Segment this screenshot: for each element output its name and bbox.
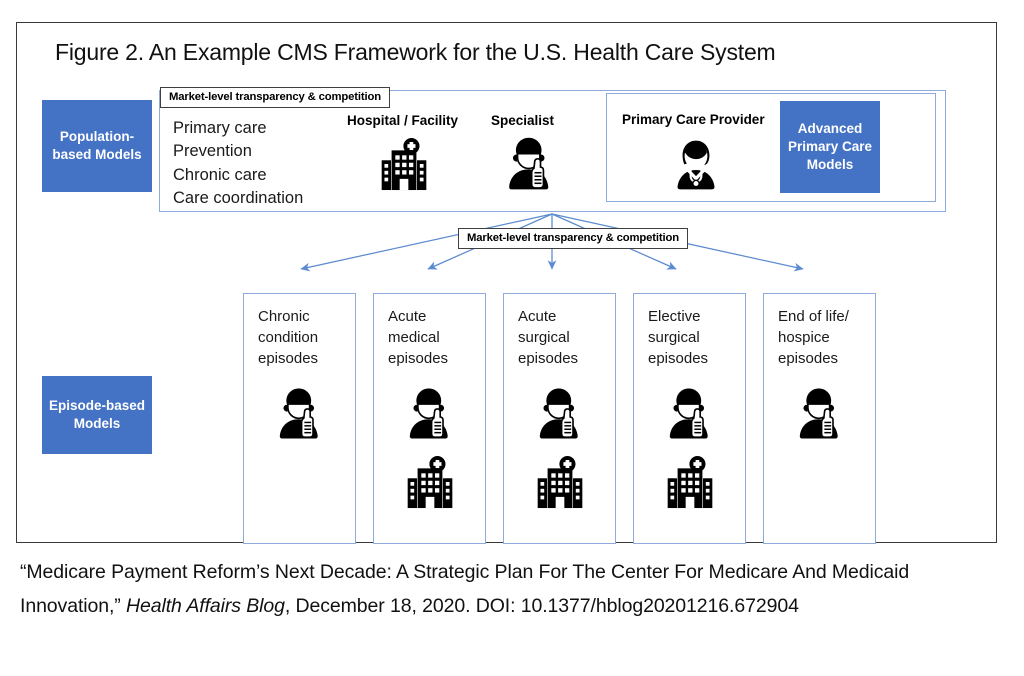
caption-line-1: “Medicare Payment Reform’s Next Decade: … bbox=[20, 561, 910, 583]
specialist-doctor-icon bbox=[399, 382, 461, 444]
figure-frame: Figure 2. An Example CMS Framework for t… bbox=[16, 22, 997, 544]
primary-care-provider-header: Primary Care Provider bbox=[622, 112, 765, 127]
hospital-icon bbox=[399, 451, 461, 513]
episode-card-acute-surgical[interactable]: Acute surgical episodes bbox=[503, 293, 616, 544]
specialist-doctor-icon bbox=[529, 382, 591, 444]
service-item: Chronic care bbox=[173, 165, 267, 184]
episode-card-icons bbox=[244, 382, 355, 444]
episode-card-label: Elective surgical episodes bbox=[648, 308, 709, 367]
episode-card-elective-surgical[interactable]: Elective surgical episodes bbox=[633, 293, 746, 544]
hospital-icon bbox=[373, 133, 435, 200]
hospital-facility-header: Hospital / Facility bbox=[347, 113, 459, 128]
page-title: Figure 2. An Example CMS Framework for t… bbox=[55, 39, 776, 65]
figure-caption: “Medicare Payment Reform’s Next Decade: … bbox=[20, 556, 1005, 623]
market-transparency-tag-middle: Market-level transparency & competition bbox=[458, 228, 688, 249]
service-item: Prevention bbox=[173, 142, 252, 161]
episode-card-icons bbox=[764, 382, 875, 444]
specialist-doctor-icon bbox=[659, 382, 721, 444]
episode-card-label: Chronic condition episodes bbox=[258, 308, 319, 367]
population-based-models-box[interactable]: Population-based Models bbox=[42, 100, 152, 192]
caption-line-2-pre: Innovation,” bbox=[20, 594, 127, 617]
specialist-doctor-icon bbox=[498, 131, 562, 200]
specialist-header: Specialist bbox=[491, 113, 555, 128]
advanced-primary-care-models-box[interactable]: Advanced Primary Care Models bbox=[780, 101, 880, 193]
episode-card-label: Acute surgical episodes bbox=[518, 308, 579, 367]
caption-line-2-post: , December 18, 2020. DOI: 10.1377/hblog2… bbox=[284, 594, 799, 617]
episode-card-chronic-condition[interactable]: Chronic condition episodes bbox=[243, 293, 356, 544]
episode-card-label: End of life/ hospice episodes bbox=[778, 308, 849, 367]
hospital-icon bbox=[659, 451, 721, 513]
primary-care-provider-container bbox=[606, 93, 936, 202]
service-item: Care coordination bbox=[173, 189, 304, 208]
episode-card-acute-medical[interactable]: Acute medical episodes bbox=[373, 293, 486, 544]
market-transparency-tag-top: Market-level transparency & competition bbox=[160, 87, 390, 108]
episode-card-end-of-life[interactable]: End of life/ hospice episodes bbox=[763, 293, 876, 544]
specialist-doctor-icon bbox=[789, 382, 851, 444]
caption-publication-title: Health Affairs Blog bbox=[126, 594, 285, 617]
service-item: Primary care bbox=[173, 119, 267, 137]
primary-care-provider-icon bbox=[664, 131, 728, 200]
hospital-icon bbox=[529, 451, 591, 513]
specialist-doctor-icon bbox=[269, 382, 331, 444]
episode-based-models-box[interactable]: Episode-based Models bbox=[42, 376, 152, 454]
episode-card-icons bbox=[504, 382, 615, 513]
episode-card-icons bbox=[374, 382, 485, 513]
population-services-list: Primary care Prevention Chronic care Car… bbox=[173, 117, 303, 211]
episode-card-label: Acute medical episodes bbox=[388, 308, 449, 367]
episode-card-icons bbox=[634, 382, 745, 513]
